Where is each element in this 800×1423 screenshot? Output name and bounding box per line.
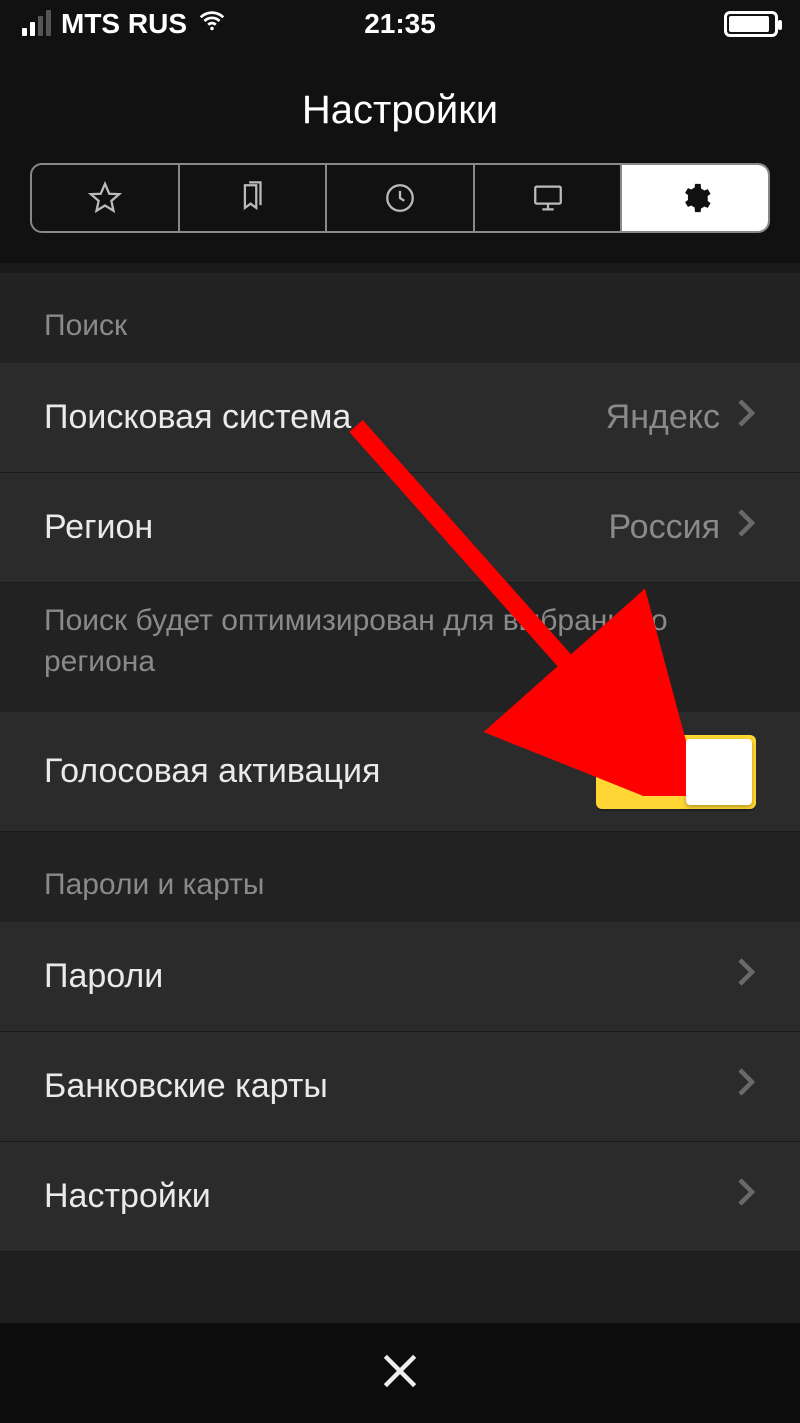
clock: 21:35 xyxy=(0,8,800,40)
divider xyxy=(0,263,800,273)
gear-icon xyxy=(678,181,712,215)
row-value: Россия xyxy=(609,508,721,547)
voice-activation-toggle[interactable] xyxy=(596,735,756,809)
close-icon xyxy=(378,1349,422,1393)
tab-favorites[interactable] xyxy=(32,165,180,231)
section-header-passwords: Пароли и карты xyxy=(0,832,800,922)
section-header-search: Поиск xyxy=(0,273,800,363)
row-label: Голосовая активация xyxy=(44,752,380,791)
tab-history[interactable] xyxy=(327,165,475,231)
header: Настройки xyxy=(0,48,800,263)
desktop-icon xyxy=(531,181,565,215)
battery-icon xyxy=(724,11,778,37)
row-value: Яндекс xyxy=(606,398,720,437)
chevron-right-icon xyxy=(736,398,756,437)
row-region[interactable]: Регион Россия xyxy=(0,473,800,583)
row-voice-activation[interactable]: Голосовая активация xyxy=(0,712,800,832)
chevron-right-icon xyxy=(736,1067,756,1106)
status-bar: MTS RUS 21:35 xyxy=(0,0,800,48)
star-icon xyxy=(88,181,122,215)
row-settings[interactable]: Настройки xyxy=(0,1142,800,1252)
bottom-bar xyxy=(0,1323,800,1423)
row-passwords[interactable]: Пароли xyxy=(0,922,800,1032)
tab-bar xyxy=(30,163,770,233)
bookmarks-icon xyxy=(235,181,269,215)
row-label: Регион xyxy=(44,508,153,547)
check-icon xyxy=(616,751,660,804)
row-bank-cards[interactable]: Банковские карты xyxy=(0,1032,800,1142)
toggle-knob xyxy=(686,739,752,805)
status-right xyxy=(724,11,778,37)
chevron-right-icon xyxy=(736,1177,756,1216)
chevron-right-icon xyxy=(736,957,756,996)
row-label: Поисковая система xyxy=(44,398,351,437)
chevron-right-icon xyxy=(736,508,756,547)
tab-bookmarks[interactable] xyxy=(180,165,328,231)
tab-desktop[interactable] xyxy=(475,165,623,231)
tab-settings[interactable] xyxy=(622,165,768,231)
row-label: Банковские карты xyxy=(44,1067,328,1106)
close-button[interactable] xyxy=(378,1349,422,1398)
section-footer-search: Поиск будет оптимизирован для выбранного… xyxy=(0,583,800,712)
row-label: Настройки xyxy=(44,1177,211,1216)
history-icon xyxy=(383,181,417,215)
row-label: Пароли xyxy=(44,957,163,996)
page-title: Настройки xyxy=(0,68,800,163)
row-search-engine[interactable]: Поисковая система Яндекс xyxy=(0,363,800,473)
